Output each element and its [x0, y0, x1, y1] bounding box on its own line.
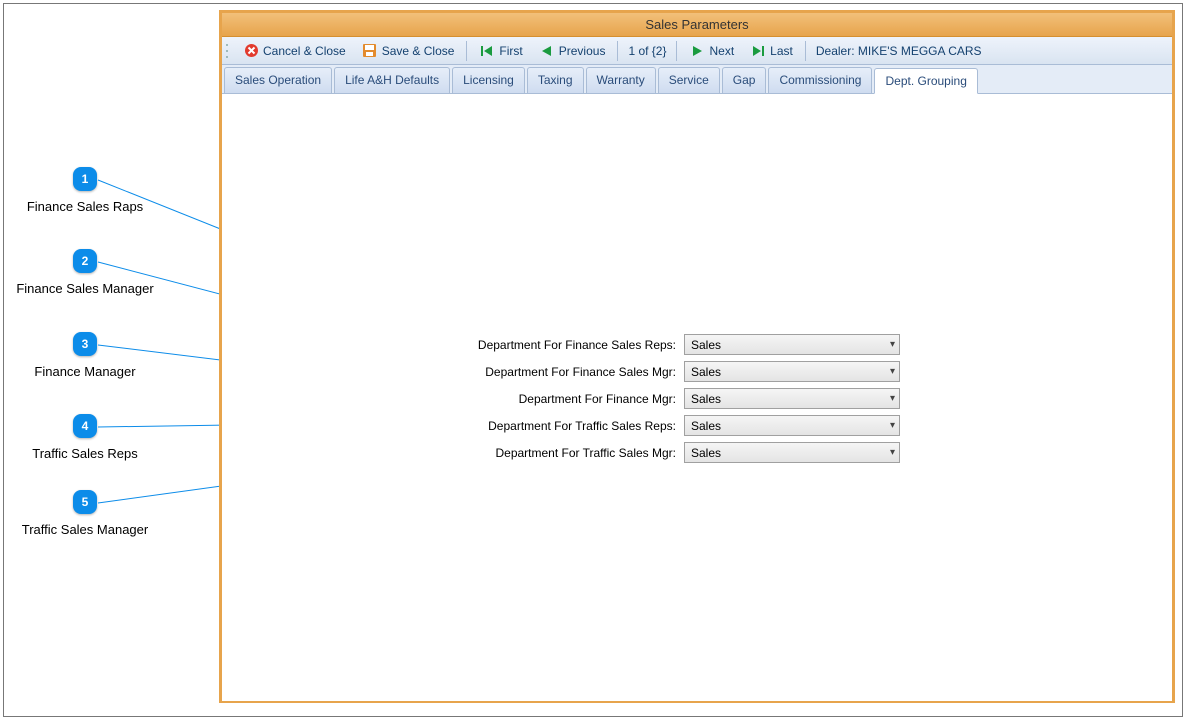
row-finance-sales-reps: Department For Finance Sales Reps: Sales…: [466, 334, 900, 355]
first-button[interactable]: First: [472, 40, 529, 62]
select-traffic-sales-reps[interactable]: Sales ▾: [684, 415, 900, 436]
callout-badge-2: 2: [73, 249, 97, 273]
callout-1: 1 Finance Sales Raps: [0, 167, 170, 214]
callout-5: 5 Traffic Sales Manager: [0, 490, 170, 537]
dealer-label: Dealer: MIKE'S MEGGA CARS: [811, 44, 987, 58]
cancel-icon: [243, 43, 259, 59]
first-label: First: [499, 44, 522, 58]
callout-badge-5: 5: [73, 490, 97, 514]
select-value: Sales: [691, 446, 721, 460]
row-finance-sales-mgr: Department For Finance Sales Mgr: Sales …: [466, 361, 900, 382]
save-icon: [362, 43, 378, 59]
callout-3: 3 Finance Manager: [0, 332, 170, 379]
label-finance-sales-mgr: Department For Finance Sales Mgr:: [466, 365, 676, 379]
tab-service[interactable]: Service: [658, 67, 720, 93]
label-traffic-sales-mgr: Department For Traffic Sales Mgr:: [466, 446, 676, 460]
previous-button[interactable]: Previous: [532, 40, 613, 62]
select-traffic-sales-mgr[interactable]: Sales ▾: [684, 442, 900, 463]
select-finance-sales-reps[interactable]: Sales ▾: [684, 334, 900, 355]
save-close-button[interactable]: Save & Close: [355, 40, 462, 62]
pager-text: 1 of {2}: [623, 44, 671, 58]
last-button[interactable]: Last: [743, 40, 800, 62]
last-icon: [750, 43, 766, 59]
callout-label-5: Traffic Sales Manager: [22, 522, 148, 537]
tab-sales-operation[interactable]: Sales Operation: [224, 67, 332, 93]
tab-gap[interactable]: Gap: [722, 67, 767, 93]
select-finance-mgr[interactable]: Sales ▾: [684, 388, 900, 409]
callout-label-3: Finance Manager: [34, 364, 135, 379]
row-finance-mgr: Department For Finance Mgr: Sales ▾: [466, 388, 900, 409]
first-icon: [479, 43, 495, 59]
tab-taxing[interactable]: Taxing: [527, 67, 584, 93]
select-value: Sales: [691, 392, 721, 406]
cancel-close-button[interactable]: Cancel & Close: [236, 40, 353, 62]
cancel-close-label: Cancel & Close: [263, 44, 346, 58]
callout-4: 4 Traffic Sales Reps: [0, 414, 170, 461]
select-value: Sales: [691, 419, 721, 433]
callout-2: 2 Finance Sales Manager: [0, 249, 170, 296]
callout-badge-1: 1: [73, 167, 97, 191]
label-traffic-sales-reps: Department For Traffic Sales Reps:: [466, 419, 676, 433]
chevron-down-icon: ▾: [890, 366, 895, 377]
callout-label-2: Finance Sales Manager: [16, 281, 153, 296]
chevron-down-icon: ▾: [890, 420, 895, 431]
tab-licensing[interactable]: Licensing: [452, 67, 525, 93]
callout-label-1: Finance Sales Raps: [27, 199, 143, 214]
tab-warranty[interactable]: Warranty: [586, 67, 656, 93]
last-label: Last: [770, 44, 793, 58]
tab-life-ah-defaults[interactable]: Life A&H Defaults: [334, 67, 450, 93]
callout-badge-3: 3: [73, 332, 97, 356]
next-label: Next: [709, 44, 734, 58]
chevron-down-icon: ▾: [890, 393, 895, 404]
toolbar-separator: [466, 41, 467, 61]
select-finance-sales-mgr[interactable]: Sales ▾: [684, 361, 900, 382]
next-icon: [689, 43, 705, 59]
save-close-label: Save & Close: [382, 44, 455, 58]
chevron-down-icon: ▾: [890, 339, 895, 350]
next-button[interactable]: Next: [682, 40, 741, 62]
row-traffic-sales-mgr: Department For Traffic Sales Mgr: Sales …: [466, 442, 900, 463]
label-finance-sales-reps: Department For Finance Sales Reps:: [466, 338, 676, 352]
callout-label-4: Traffic Sales Reps: [32, 446, 138, 461]
toolbar-grip: [226, 42, 232, 60]
toolbar-separator: [676, 41, 677, 61]
row-traffic-sales-reps: Department For Traffic Sales Reps: Sales…: [466, 415, 900, 436]
previous-label: Previous: [559, 44, 606, 58]
select-value: Sales: [691, 365, 721, 379]
tab-content: Department For Finance Sales Reps: Sales…: [222, 94, 1172, 701]
previous-icon: [539, 43, 555, 59]
callout-badge-4: 4: [73, 414, 97, 438]
window-title: Sales Parameters: [222, 13, 1172, 37]
tab-strip: Sales Operation Life A&H Defaults Licens…: [222, 65, 1172, 94]
toolbar-separator: [805, 41, 806, 61]
toolbar: Cancel & Close Save & Close First Previo…: [222, 37, 1172, 65]
label-finance-mgr: Department For Finance Mgr:: [466, 392, 676, 406]
toolbar-separator: [617, 41, 618, 61]
select-value: Sales: [691, 338, 721, 352]
sales-parameters-window: Sales Parameters Cancel & Close Save & C…: [219, 10, 1175, 703]
chevron-down-icon: ▾: [890, 447, 895, 458]
tab-commissioning[interactable]: Commissioning: [768, 67, 872, 93]
tab-dept-grouping[interactable]: Dept. Grouping: [874, 68, 977, 94]
